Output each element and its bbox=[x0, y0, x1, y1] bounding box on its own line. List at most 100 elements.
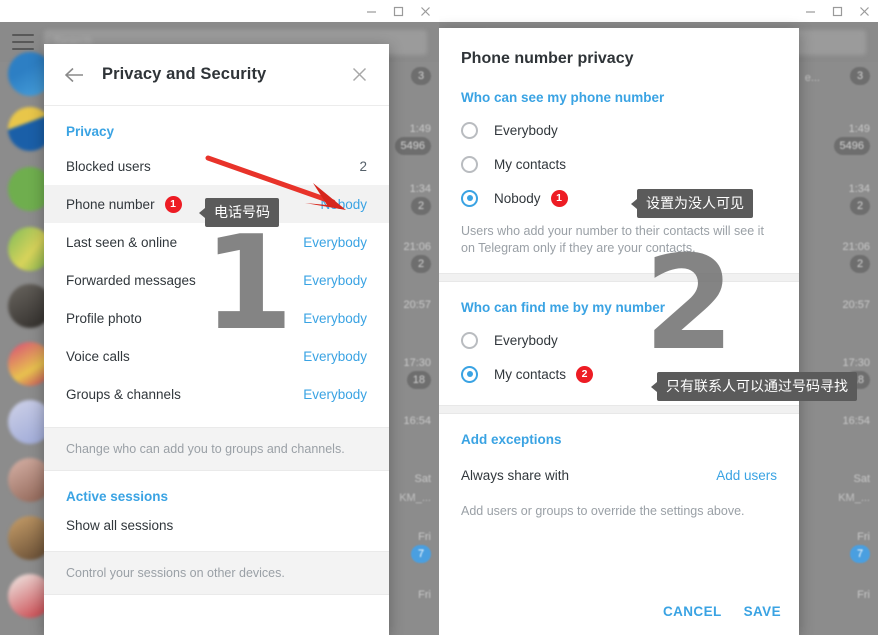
section-divider bbox=[439, 273, 799, 282]
chat-badge: 2 bbox=[411, 197, 431, 215]
chat-time: 1:49 bbox=[409, 123, 431, 135]
phone-number-privacy-dialog: Phone number privacy Who can see my phon… bbox=[439, 28, 799, 635]
chat-badge: 3 bbox=[850, 67, 870, 85]
cancel-button[interactable]: CANCEL bbox=[663, 604, 722, 619]
right-titlebar bbox=[439, 0, 878, 22]
row-value: Everybody bbox=[303, 348, 367, 364]
chat-time: Sat bbox=[414, 473, 431, 485]
left-titlebar bbox=[0, 0, 439, 22]
radio-row-see-everybody[interactable]: Everybody bbox=[439, 113, 799, 147]
radio-row-see-my-contacts[interactable]: My contacts bbox=[439, 147, 799, 181]
chat-meta: 3 bbox=[850, 66, 870, 85]
chat-meta: Sat bbox=[853, 472, 870, 486]
chat-badge: 7 bbox=[850, 545, 870, 563]
exceptions-hint: Add users or groups to override the sett… bbox=[461, 504, 745, 518]
radio-button-selected[interactable] bbox=[461, 189, 478, 207]
row-always-share-with[interactable]: Always share with Add users bbox=[439, 453, 799, 491]
step-badge-1: 1 bbox=[550, 189, 568, 207]
radio-label: My contacts bbox=[494, 366, 567, 382]
chat-meta: 20:57 bbox=[842, 298, 870, 312]
chat-badge: 18 bbox=[406, 371, 431, 389]
close-icon[interactable] bbox=[412, 0, 439, 22]
radio-button-selected[interactable] bbox=[461, 365, 478, 383]
radio-button[interactable] bbox=[461, 121, 478, 139]
close-icon[interactable] bbox=[347, 63, 371, 87]
add-users-button[interactable]: Add users bbox=[716, 468, 777, 483]
chat-time: 20:57 bbox=[842, 299, 870, 311]
row-groups-and-channels[interactable]: Groups & channels Everybody bbox=[44, 375, 389, 413]
chat-time: 16:54 bbox=[842, 415, 870, 427]
row-label: Always share with bbox=[461, 467, 570, 483]
chat-time: 17:30 bbox=[842, 357, 870, 369]
chat-meta: 20:57 bbox=[403, 298, 431, 312]
dialog-header: Privacy and Security bbox=[44, 44, 389, 106]
chat-badge: 2 bbox=[411, 255, 431, 273]
row-value: Everybody bbox=[303, 234, 367, 250]
row-value: Nobody bbox=[320, 196, 367, 212]
chat-snippet: KM_... bbox=[838, 492, 870, 504]
radio-label: My contacts bbox=[494, 156, 567, 172]
chat-time: 1:49 bbox=[848, 123, 870, 135]
radio-label: Everybody bbox=[494, 122, 558, 138]
left-window: Search e... 3 1:49 5496 bbox=[0, 0, 439, 635]
chat-time: Sat bbox=[853, 473, 870, 485]
chat-time: Fri bbox=[418, 531, 431, 543]
sessions-hint: Control your sessions on other devices. bbox=[44, 551, 389, 595]
active-sessions-link[interactable]: Active sessions bbox=[44, 471, 389, 510]
privacy-section-heading: Privacy bbox=[66, 124, 115, 139]
row-value: Everybody bbox=[303, 310, 367, 326]
chat-badge: 5496 bbox=[394, 137, 431, 155]
row-value: Everybody bbox=[303, 272, 367, 288]
chat-badge: 2 bbox=[850, 255, 870, 273]
radio-button[interactable] bbox=[461, 155, 478, 173]
row-blocked-users[interactable]: Blocked users 2 bbox=[44, 147, 389, 185]
groups-hint: Change who can add you to groups and cha… bbox=[44, 427, 389, 471]
chat-meta: Fri 7 bbox=[411, 530, 431, 563]
chat-time: Fri bbox=[418, 589, 431, 601]
maximize-icon[interactable] bbox=[824, 0, 851, 22]
chat-time: 21:06 bbox=[403, 241, 431, 253]
chat-meta: Sat bbox=[414, 472, 431, 486]
maximize-icon[interactable] bbox=[385, 0, 412, 22]
chat-meta: 1:34 2 bbox=[410, 182, 431, 215]
row-forwarded-messages[interactable]: Forwarded messages Everybody bbox=[44, 261, 389, 299]
chat-badge: 7 bbox=[411, 545, 431, 563]
chat-meta: 21:06 2 bbox=[403, 240, 431, 273]
close-icon[interactable] bbox=[851, 0, 878, 22]
chat-meta: 16:54 bbox=[403, 414, 431, 428]
row-value: Everybody bbox=[303, 386, 367, 402]
chat-meta: 17:30 18 bbox=[403, 356, 431, 389]
chat-meta: 1:49 5496 bbox=[833, 122, 870, 155]
row-label: Phone number bbox=[66, 196, 155, 212]
row-value: 2 bbox=[359, 158, 367, 174]
step-badge-2: 2 bbox=[576, 365, 594, 383]
show-all-sessions-row[interactable]: Show all sessions bbox=[44, 510, 389, 551]
radio-button[interactable] bbox=[461, 331, 478, 349]
row-voice-calls[interactable]: Voice calls Everybody bbox=[44, 337, 389, 375]
chat-meta: 1:49 5496 bbox=[394, 122, 431, 155]
chat-time: 20:57 bbox=[403, 299, 431, 311]
chat-time: 17:30 bbox=[403, 357, 431, 369]
section1-description: Users who add your number to their conta… bbox=[461, 224, 764, 255]
minimize-icon[interactable] bbox=[358, 0, 385, 22]
chat-meta: 21:06 2 bbox=[842, 240, 870, 273]
hamburger-menu-icon[interactable] bbox=[12, 34, 34, 50]
back-arrow-icon[interactable] bbox=[62, 62, 88, 88]
tooltip-nobody: 设置为没人可见 bbox=[631, 189, 753, 218]
row-label: Voice calls bbox=[66, 348, 130, 364]
row-profile-photo[interactable]: Profile photo Everybody bbox=[44, 299, 389, 337]
screenshot-root: Search e... 3 1:49 5496 bbox=[0, 0, 878, 635]
radio-row-find-everybody[interactable]: Everybody bbox=[439, 323, 799, 357]
section-divider bbox=[439, 405, 799, 414]
chat-meta: Fri bbox=[418, 588, 431, 602]
minimize-icon[interactable] bbox=[797, 0, 824, 22]
row-last-seen-online[interactable]: Last seen & online Everybody bbox=[44, 223, 389, 261]
chat-meta: Fri 7 bbox=[850, 530, 870, 563]
radio-label: Nobody bbox=[494, 190, 541, 206]
save-button[interactable]: SAVE bbox=[744, 604, 781, 619]
row-label: Blocked users bbox=[66, 158, 151, 174]
chat-meta: Fri bbox=[857, 588, 870, 602]
section-heading-who-can-find: Who can find me by my number bbox=[461, 300, 666, 315]
dialog-title: Phone number privacy bbox=[461, 50, 634, 67]
chat-snippet: KM_... bbox=[399, 492, 431, 504]
